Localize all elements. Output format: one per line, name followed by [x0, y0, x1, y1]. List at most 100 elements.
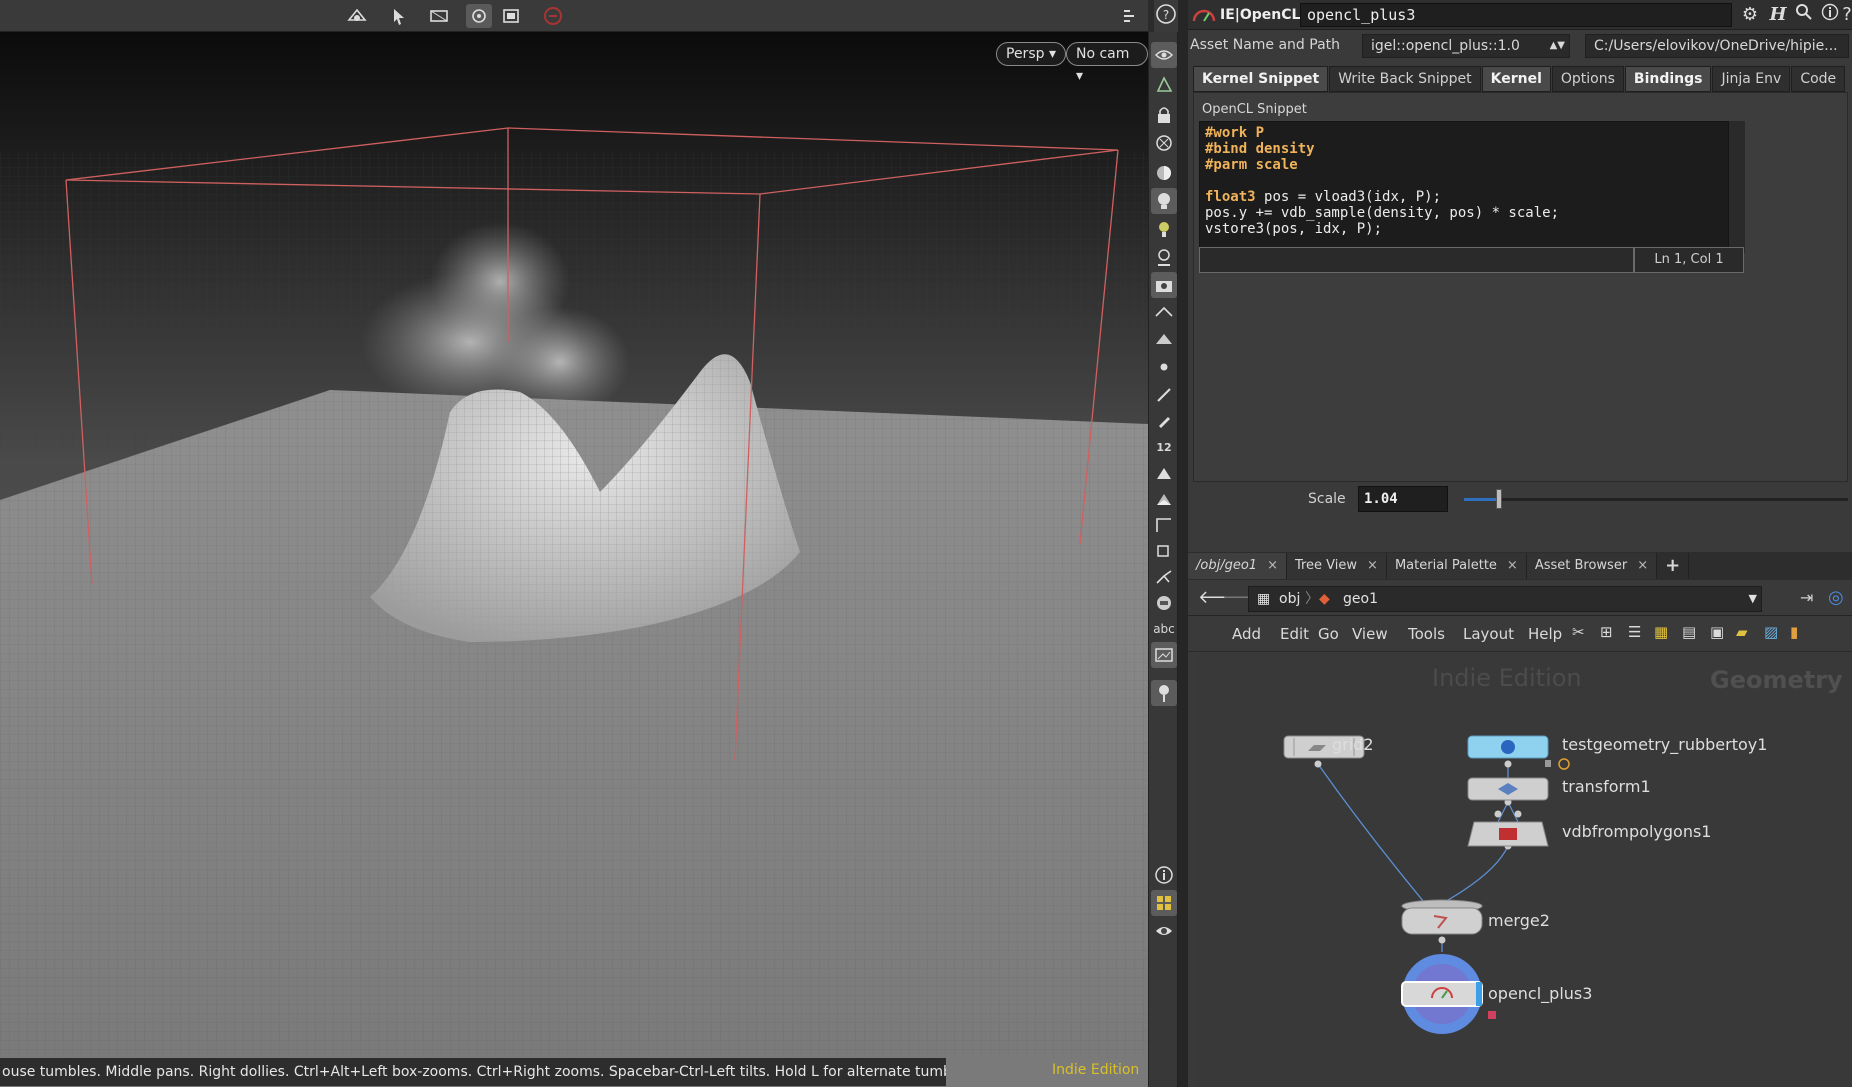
node-vdbfrompolygons1[interactable]	[1467, 821, 1549, 847]
palette-icon[interactable]: ▦	[1654, 623, 1668, 641]
help-button[interactable]: ?	[1154, 0, 1178, 32]
headlight-icon[interactable]	[1151, 216, 1177, 242]
menu-layout[interactable]: Layout	[1463, 625, 1514, 643]
light-icon[interactable]	[1151, 188, 1177, 214]
scale-icon[interactable]	[1151, 538, 1177, 564]
close-icon[interactable]: ×	[1267, 553, 1278, 579]
tab-kernel[interactable]: Kernel	[1481, 66, 1551, 92]
info-icon[interactable]	[1151, 862, 1177, 888]
gear-icon[interactable]: ⚙	[1738, 3, 1762, 27]
select-icon[interactable]	[386, 4, 412, 28]
close-icon[interactable]: ×	[1637, 553, 1648, 579]
node-label-transform1[interactable]: transform1	[1562, 777, 1651, 796]
image-icon[interactable]	[1151, 642, 1177, 668]
list-icon[interactable]: ☰	[1628, 623, 1641, 641]
lock-icon[interactable]	[1151, 102, 1177, 128]
node-merge2[interactable]	[1401, 899, 1483, 935]
light-bulb-icon[interactable]	[1151, 244, 1177, 270]
chevron-down-icon[interactable]: ▼	[1749, 587, 1757, 611]
node-label-rubbertoy[interactable]: testgeometry_rubbertoy1	[1562, 735, 1767, 754]
tab-obj-geo1[interactable]: /obj/geo1 ×	[1188, 553, 1287, 579]
dot-icon[interactable]: ▮	[1790, 623, 1798, 641]
tab-material-palette[interactable]: Material Palette ×	[1386, 553, 1527, 579]
display-options-icon[interactable]	[1118, 4, 1144, 28]
node-label-opencl-plus3[interactable]: opencl_plus3	[1488, 984, 1592, 1003]
node-label-vdbfrompolygons1[interactable]: vdbfrompolygons1	[1562, 822, 1711, 841]
tab-jinja-env[interactable]: Jinja Env	[1712, 66, 1791, 92]
camera-icon[interactable]	[1151, 272, 1177, 298]
asset-name-select[interactable]: igel::opencl_plus::1.0 ▲▼	[1362, 34, 1570, 58]
image-icon[interactable]: ▨	[1764, 623, 1778, 641]
eye-icon[interactable]	[1151, 42, 1177, 68]
number-icon[interactable]: 12	[1151, 434, 1177, 460]
tab-write-back-snippet[interactable]: Write Back Snippet	[1329, 66, 1481, 92]
circle-icon[interactable]	[1151, 590, 1177, 616]
grid-icon[interactable]	[1151, 890, 1177, 916]
transform-icon[interactable]	[426, 4, 452, 28]
sticky-note-icon[interactable]: ▰	[1736, 623, 1748, 641]
view-icon[interactable]	[466, 4, 492, 28]
scale-slider-handle[interactable]	[1495, 489, 1502, 509]
visibility-icon[interactable]	[1151, 918, 1177, 944]
info-icon[interactable]	[1818, 3, 1842, 27]
paint-icon[interactable]	[1151, 460, 1177, 486]
primitive-icon[interactable]	[1151, 486, 1177, 512]
scale-input[interactable]: 1.04	[1358, 486, 1448, 512]
camera-menu[interactable]: No cam ▾	[1066, 42, 1148, 84]
pen-icon[interactable]	[1151, 408, 1177, 434]
help-icon[interactable]: ?	[1842, 3, 1852, 27]
shading-icon[interactable]	[1151, 160, 1177, 186]
bone-icon[interactable]	[1151, 564, 1177, 590]
menu-add[interactable]: Add	[1232, 625, 1261, 643]
stop-icon[interactable]	[540, 4, 566, 28]
tab-tree-view[interactable]: Tree View ×	[1286, 553, 1387, 579]
curve-icon[interactable]	[1151, 512, 1177, 538]
ghost-icon[interactable]	[1151, 130, 1177, 156]
pane-divider[interactable]	[1178, 0, 1188, 1087]
node-opencl-plus3[interactable]	[1401, 954, 1496, 1034]
scene-viewport[interactable]: Persp ▾ No cam ▾ ouse tumbles. Middle pa…	[0, 0, 1148, 1087]
brush-icon[interactable]	[1151, 382, 1177, 408]
menu-go[interactable]: Go	[1318, 625, 1339, 643]
search-icon[interactable]	[1792, 3, 1816, 27]
breadcrumb-geo1[interactable]: geo1	[1343, 587, 1378, 611]
breadcrumb-obj[interactable]: obj	[1279, 587, 1300, 611]
point-icon[interactable]	[1151, 354, 1177, 380]
tab-asset-browser[interactable]: Asset Browser ×	[1526, 553, 1658, 579]
node-name-field[interactable]: opencl_plus3	[1300, 3, 1732, 27]
perspective-menu[interactable]: Persp ▾	[996, 42, 1066, 66]
pin-icon[interactable]: ⇥	[1800, 588, 1813, 607]
network-canvas[interactable]: Indie Edition Geometry grid2 testgeometr…	[1196, 652, 1852, 1087]
code-editor[interactable]: #work P #bind density #parm scale float3…	[1199, 121, 1729, 253]
snap-icon[interactable]	[1151, 300, 1177, 326]
houdini-help-icon[interactable]: H	[1766, 3, 1790, 27]
tab-code[interactable]: Code	[1791, 66, 1846, 92]
link-icon[interactable]: ◎	[1828, 587, 1844, 608]
add-tab-icon[interactable]: +	[1657, 553, 1690, 579]
asset-path-select[interactable]: C:/Users/elovikov/OneDrive/hipie...	[1585, 34, 1849, 58]
grid-view-icon[interactable]: ▤	[1682, 623, 1696, 641]
menu-edit[interactable]: Edit	[1280, 625, 1309, 643]
close-icon[interactable]: ×	[1367, 553, 1378, 579]
menu-help[interactable]: Help	[1528, 625, 1562, 643]
close-icon[interactable]: ×	[1507, 553, 1518, 579]
node-transform1[interactable]	[1467, 777, 1549, 801]
tumble-icon[interactable]	[344, 4, 370, 28]
tab-kernel-snippet[interactable]: Kernel Snippet	[1193, 66, 1329, 92]
menu-view[interactable]: View	[1352, 625, 1388, 643]
node-label-grid2[interactable]: grid2	[1332, 735, 1374, 754]
geometry-icon[interactable]	[1151, 72, 1177, 98]
scale-slider[interactable]	[1464, 489, 1848, 509]
network-box-icon[interactable]: ▣	[1710, 623, 1724, 641]
tab-bindings[interactable]: Bindings	[1624, 66, 1712, 92]
code-scrollbar[interactable]	[1729, 121, 1745, 253]
pin-icon[interactable]	[1151, 680, 1177, 706]
node-label-merge2[interactable]: merge2	[1488, 911, 1550, 930]
tree-icon[interactable]: ⊞	[1600, 623, 1613, 641]
tab-options[interactable]: Options	[1551, 66, 1624, 92]
node-testgeometry-rubbertoy1[interactable]	[1467, 735, 1570, 770]
tools-icon[interactable]: ✂	[1572, 623, 1585, 641]
snap2-icon[interactable]	[1151, 326, 1177, 352]
menu-tools[interactable]: Tools	[1408, 625, 1445, 643]
text-icon[interactable]: abc	[1151, 616, 1177, 642]
